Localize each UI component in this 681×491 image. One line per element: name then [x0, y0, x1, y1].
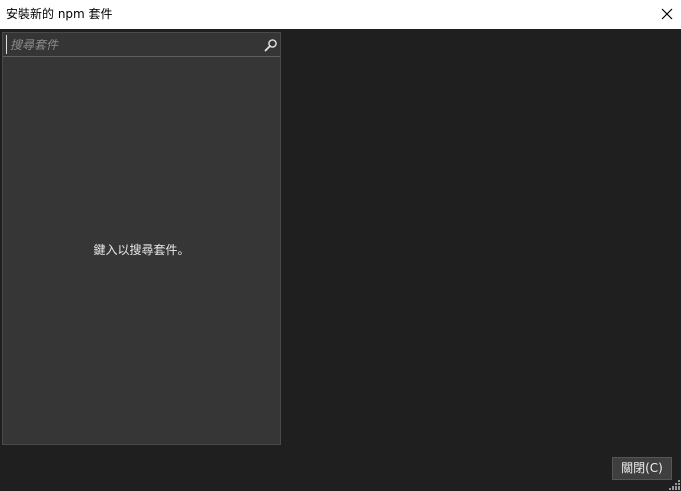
window-title: 安裝新的 npm 套件 — [6, 7, 113, 21]
search-input[interactable] — [6, 35, 256, 54]
package-list-panel: 鍵入以搜尋套件。 — [2, 32, 281, 445]
search-icon[interactable] — [264, 38, 278, 52]
search-box[interactable] — [3, 33, 280, 57]
close-icon[interactable] — [654, 2, 680, 26]
close-button[interactable]: 關閉(C) — [612, 457, 672, 480]
title-bar: 安裝新的 npm 套件 — [0, 0, 681, 29]
empty-results-message: 鍵入以搜尋套件。 — [93, 243, 190, 257]
resize-grip-icon[interactable] — [669, 479, 680, 490]
